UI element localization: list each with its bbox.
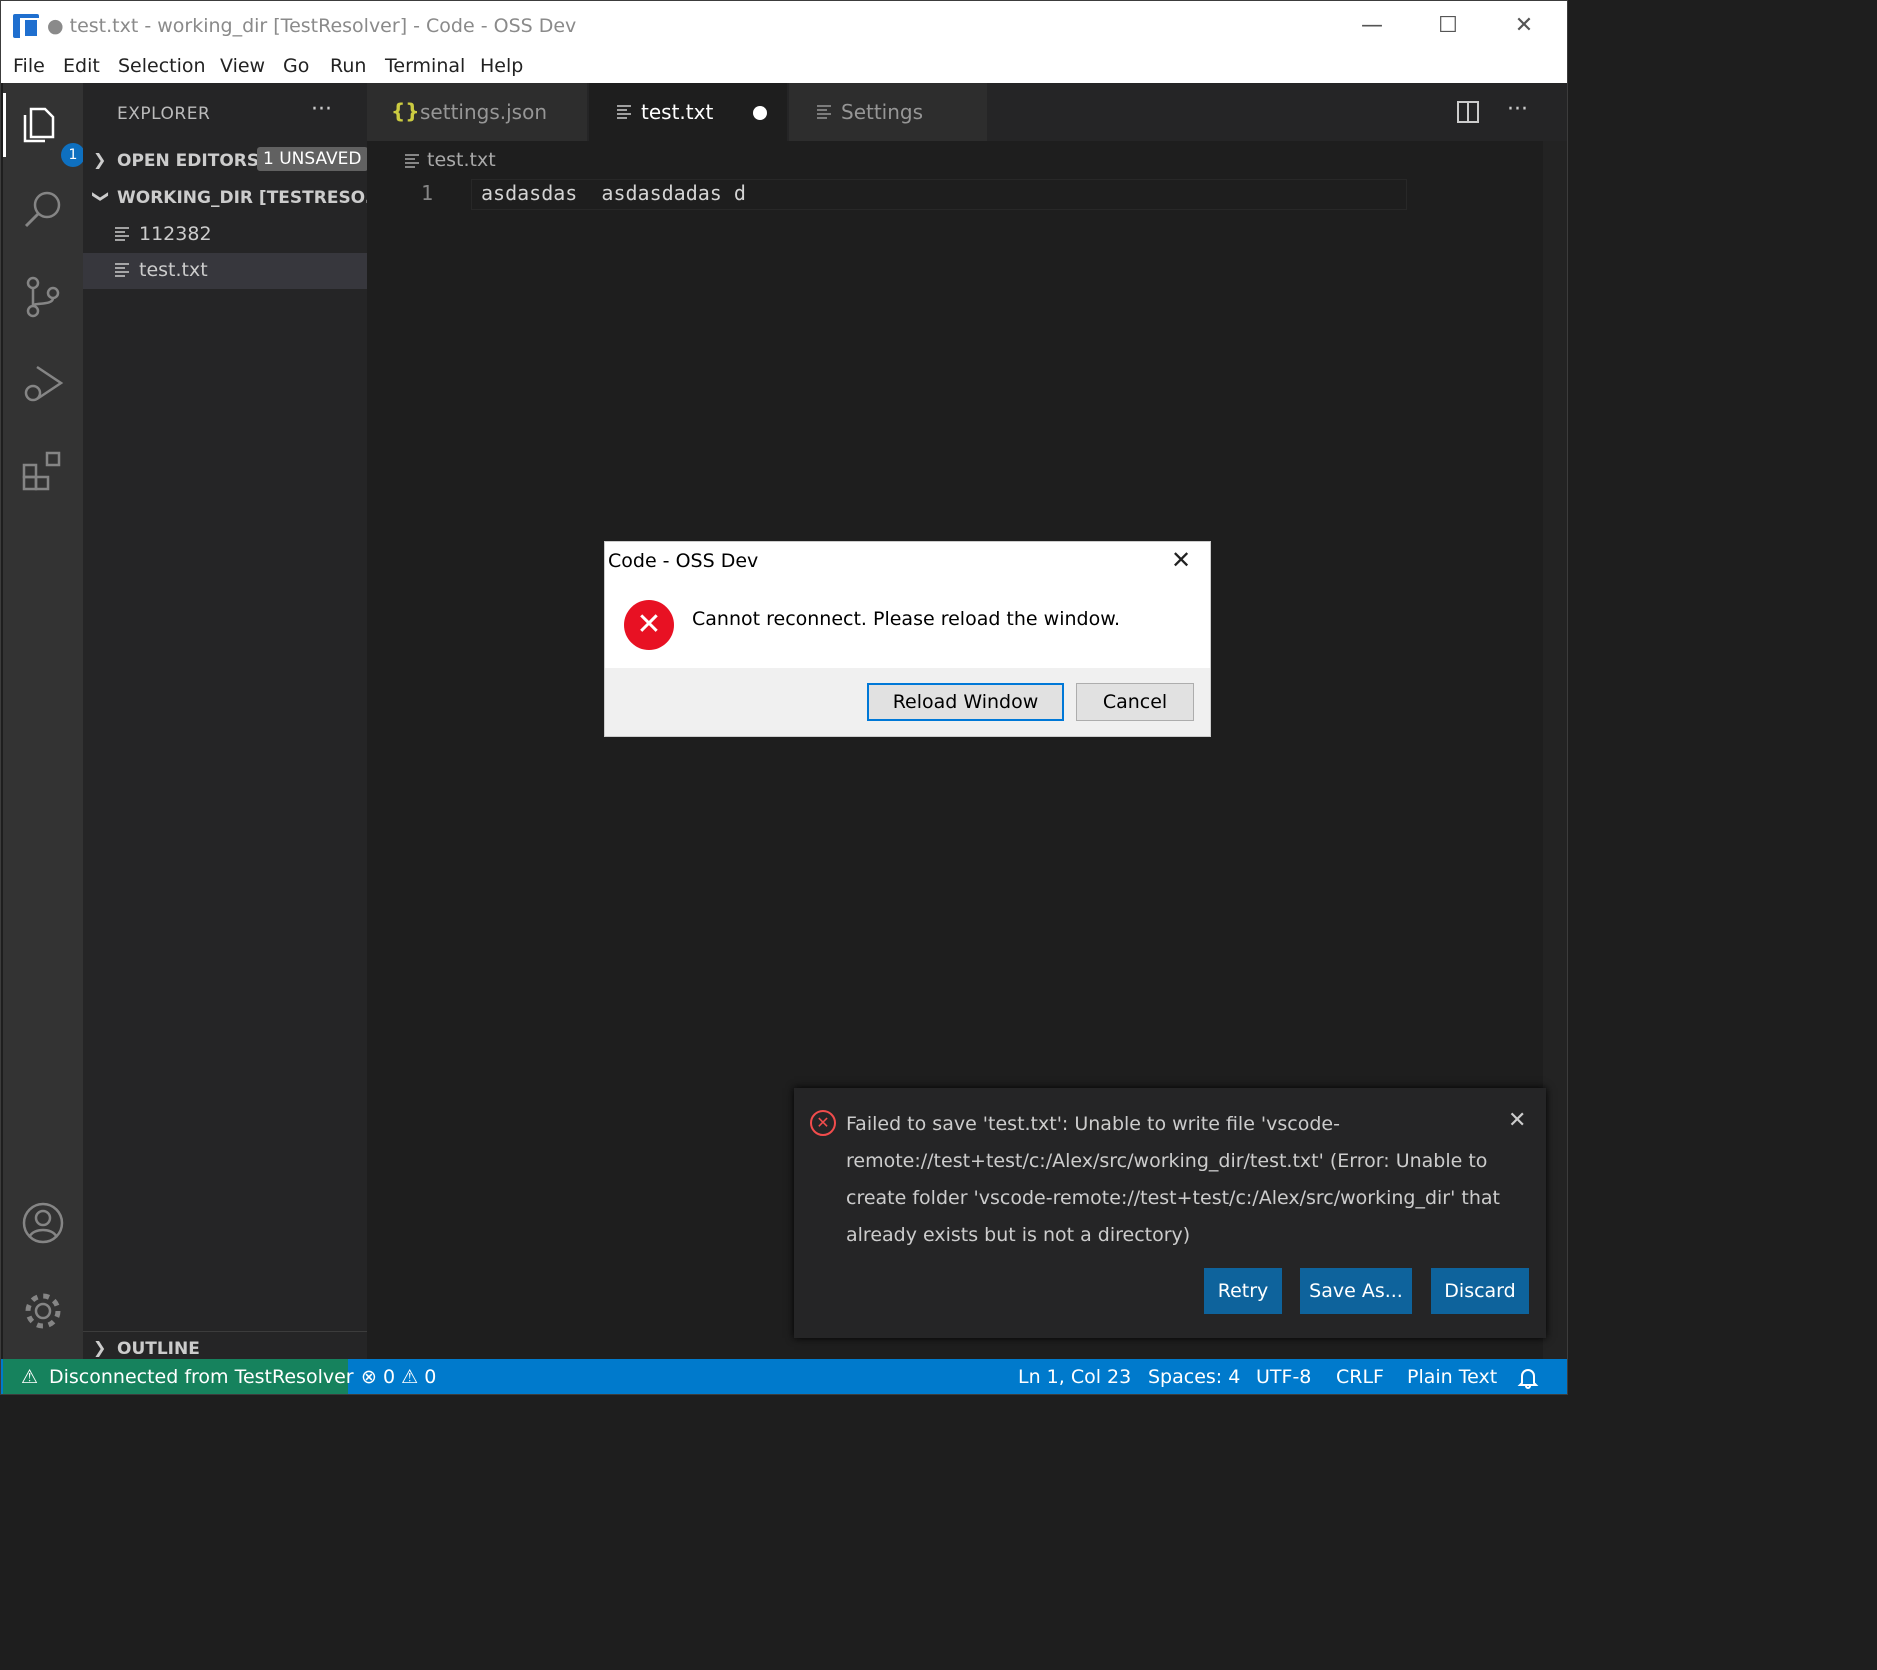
text-file-icon <box>115 227 129 241</box>
file-label: test.txt <box>139 259 208 281</box>
split-editor-icon[interactable] <box>1457 101 1479 123</box>
warning-icon: ⚠ <box>21 1366 39 1388</box>
menu-run[interactable]: Run <box>330 55 366 77</box>
active-indicator <box>3 93 6 157</box>
minimize-button[interactable]: — <box>1349 9 1395 43</box>
explorer-icon[interactable]: 1 <box>21 101 85 167</box>
error-count-icon: ⊗ <box>361 1366 377 1388</box>
tab-label: Settings <box>841 100 924 124</box>
extensions-icon[interactable] <box>21 449 65 493</box>
vscode-window: ● test.txt - working_dir [TestResolver] … <box>0 0 1568 1395</box>
app-logo-icon <box>13 14 39 38</box>
warning-count: 0 <box>424 1366 437 1388</box>
settings-editor-icon <box>817 105 831 119</box>
notification-message: Failed to save 'test.txt': Unable to wri… <box>846 1113 1500 1246</box>
tab-label: test.txt <box>641 100 714 124</box>
menu-file[interactable]: File <box>13 55 45 77</box>
maximize-button[interactable]: ☐ <box>1425 9 1471 43</box>
error-notification: ✕ Failed to save 'test.txt': Unable to w… <box>794 1088 1546 1338</box>
source-control-icon[interactable] <box>21 275 65 319</box>
remote-indicator[interactable]: ⚠ Disconnected from TestResolver <box>3 1359 354 1394</box>
discard-button[interactable]: Discard <box>1431 1268 1529 1314</box>
unsaved-badge: 1 UNSAVED <box>257 147 367 171</box>
tab-settings[interactable]: Settings <box>789 83 987 141</box>
menu-help[interactable]: Help <box>480 55 523 77</box>
error-count: 0 <box>382 1366 396 1388</box>
error-icon: ✕ <box>624 600 674 650</box>
explorer-sidebar: EXPLORER ··· ❯ OPEN EDITORS 1 UNSAVED ❯ … <box>83 83 367 1359</box>
problems-indicator[interactable]: ⊗ 0 ⚠ 0 <box>361 1366 436 1388</box>
dialog-message: Cannot reconnect. Please reload the wind… <box>692 608 1121 630</box>
line-ending[interactable]: CRLF <box>1336 1366 1384 1388</box>
reconnect-dialog: Code - OSS Dev ✕ ✕ Cannot reconnect. Ple… <box>604 541 1211 737</box>
warning-count-icon: ⚠ <box>401 1366 419 1388</box>
tab-settings-json[interactable]: {} settings.json <box>367 83 587 141</box>
reload-window-button[interactable]: Reload Window <box>867 683 1064 721</box>
account-icon[interactable] <box>21 1201 65 1245</box>
unsaved-dot-icon[interactable] <box>753 106 767 120</box>
file-label: 112382 <box>139 223 212 245</box>
text-file-icon <box>115 263 129 277</box>
cursor-position[interactable]: Ln 1, Col 23 <box>1018 1366 1131 1388</box>
menu-terminal[interactable]: Terminal <box>385 55 465 77</box>
editor-scrollbar[interactable] <box>1543 141 1567 1359</box>
close-window-button[interactable]: ✕ <box>1501 9 1547 43</box>
window-title: ● test.txt - working_dir [TestResolver] … <box>47 15 577 37</box>
status-bar: ⚠ Disconnected from TestResolver ⊗ 0 ⚠ 0… <box>1 1359 1567 1394</box>
remote-status: Disconnected from TestResolver <box>49 1366 354 1388</box>
menu-selection[interactable]: Selection <box>118 55 206 77</box>
editor-tab-bar: {} settings.json test.txt Settings ··· <box>367 83 1567 141</box>
explorer-badge: 1 <box>61 143 85 167</box>
search-icon[interactable] <box>21 187 65 231</box>
menu-edit[interactable]: Edit <box>63 55 100 77</box>
open-editors-label: OPEN EDITORS <box>117 151 260 171</box>
sidebar-title: EXPLORER <box>117 104 211 124</box>
activity-bar: 1 <box>3 83 85 1359</box>
workspace-section[interactable]: ❯ WORKING_DIR [TESTRESO... <box>83 181 367 215</box>
notifications-bell-icon[interactable] <box>1517 1367 1539 1389</box>
dialog-title: Code - OSS Dev <box>608 550 759 572</box>
encoding[interactable]: UTF-8 <box>1256 1366 1311 1388</box>
code-line[interactable]: asdasdas asdasdadas d <box>481 181 746 205</box>
tab-label: settings.json <box>420 100 548 124</box>
chevron-right-icon: ❯ <box>93 1338 107 1357</box>
retry-button[interactable]: Retry <box>1204 1268 1282 1314</box>
json-icon: {} <box>391 99 420 123</box>
line-number: 1 <box>421 181 434 205</box>
workspace-label: WORKING_DIR [TESTRESO... <box>117 188 367 208</box>
cancel-button[interactable]: Cancel <box>1076 683 1194 721</box>
dialog-footer: Reload Window Cancel <box>605 668 1210 736</box>
menu-go[interactable]: Go <box>283 55 309 77</box>
text-file-icon <box>617 105 631 119</box>
notification-close-button[interactable]: ✕ <box>1508 1108 1526 1133</box>
text-file-icon <box>405 153 419 168</box>
menu-bar: File Edit Selection View Go Run Terminal… <box>1 51 1567 83</box>
error-icon: ✕ <box>810 1110 836 1136</box>
file-item-112382[interactable]: 112382 <box>83 217 367 253</box>
open-editors-section[interactable]: ❯ OPEN EDITORS 1 UNSAVED <box>83 144 367 178</box>
editor-more-icon[interactable]: ··· <box>1507 97 1528 122</box>
more-actions-icon[interactable]: ··· <box>311 97 332 122</box>
chevron-right-icon: ❯ <box>93 150 107 169</box>
title-bar: ● test.txt - working_dir [TestResolver] … <box>1 1 1567 51</box>
outline-label: OUTLINE <box>117 1339 200 1359</box>
indentation[interactable]: Spaces: 4 <box>1148 1366 1240 1388</box>
chevron-down-icon: ❯ <box>92 189 112 204</box>
save-as-button[interactable]: Save As... <box>1300 1268 1412 1314</box>
tab-test-txt[interactable]: test.txt <box>589 83 787 141</box>
gear-icon[interactable] <box>21 1289 65 1333</box>
breadcrumb-file[interactable]: test.txt <box>427 149 496 171</box>
dialog-close-button[interactable]: ✕ <box>1171 546 1191 574</box>
language-mode[interactable]: Plain Text <box>1407 1366 1497 1388</box>
breadcrumb[interactable]: test.txt <box>405 149 496 171</box>
run-debug-icon[interactable] <box>21 361 65 405</box>
menu-view[interactable]: View <box>220 55 265 77</box>
file-item-test-txt[interactable]: test.txt <box>83 253 367 289</box>
